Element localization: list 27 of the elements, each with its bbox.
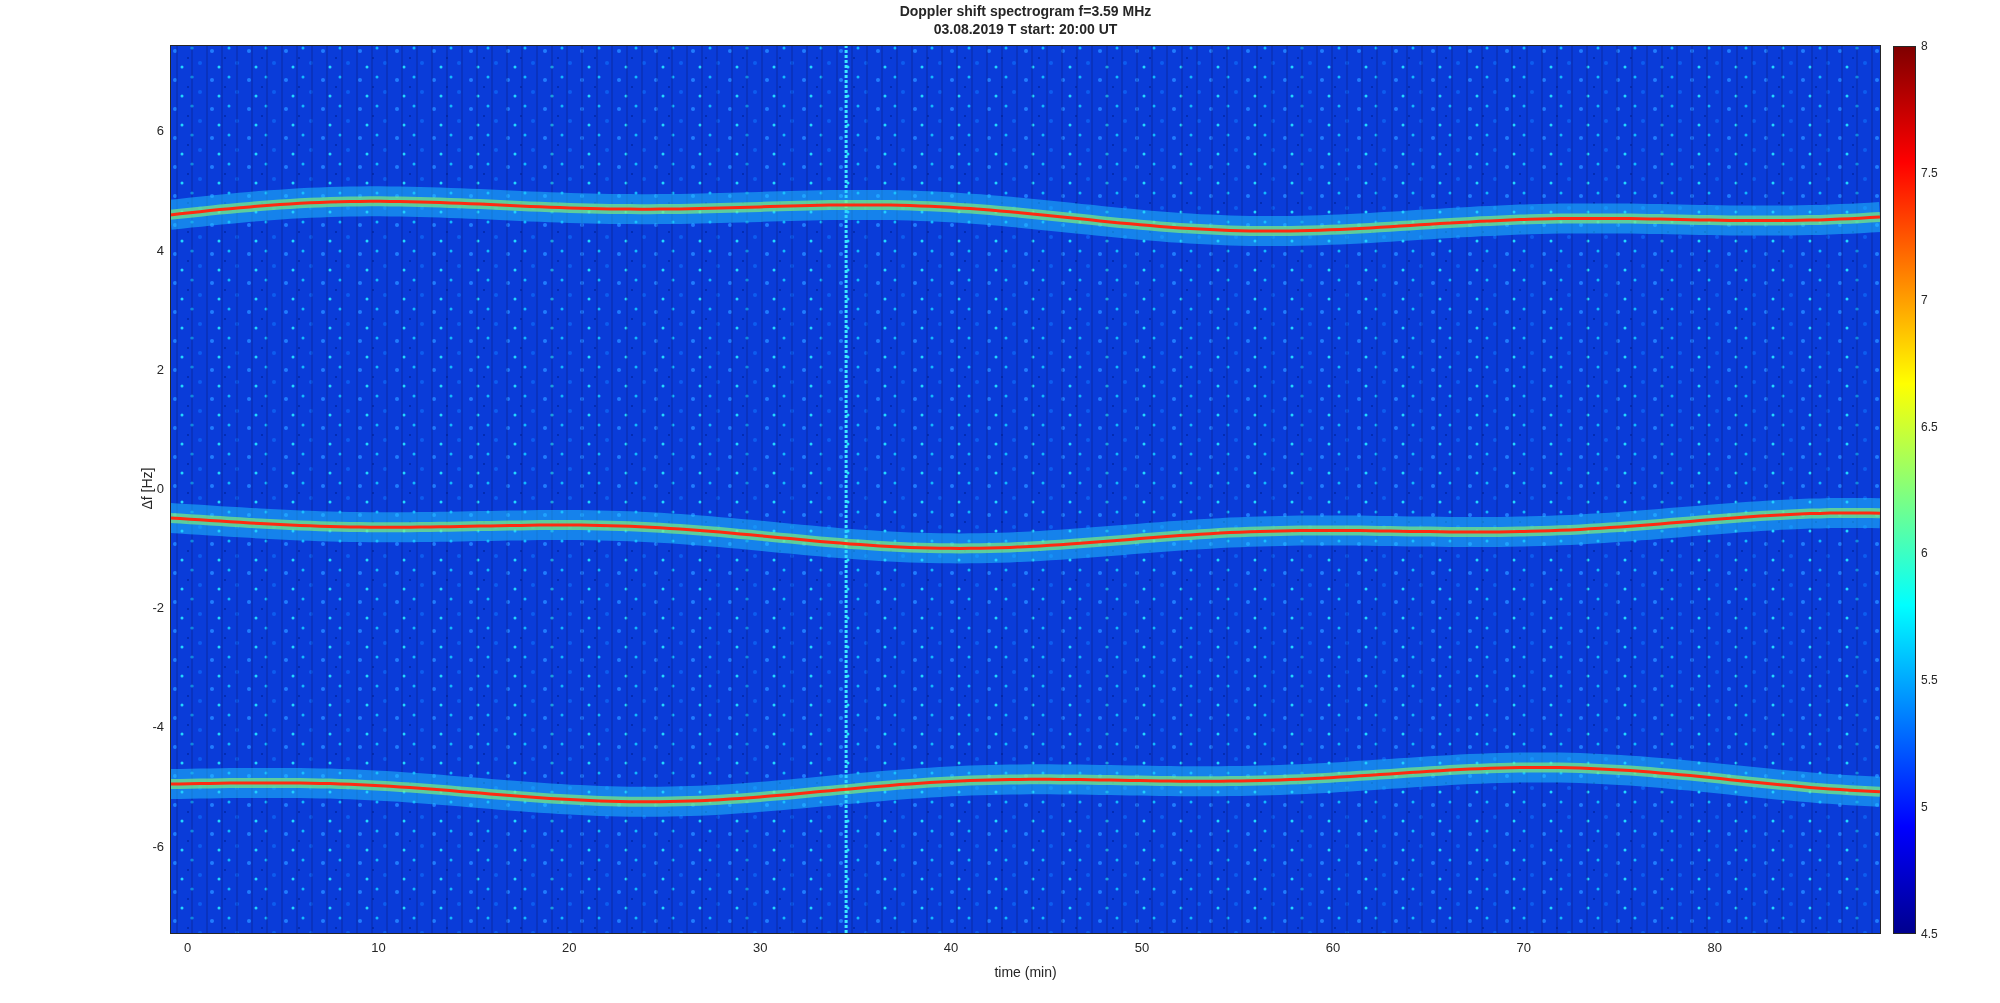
- colorbar-tick-label: 7.5: [1921, 165, 1938, 180]
- x-tick-label: 0: [182, 939, 193, 957]
- y-tick-label: -4: [151, 719, 164, 736]
- x-tick-label: 60: [1324, 939, 1342, 957]
- y-tick-label: 2: [155, 361, 164, 378]
- colorbar-tick-label: 5: [1921, 800, 1928, 815]
- x-tick-label: 20: [561, 939, 578, 957]
- x-tick-label: 50: [1133, 939, 1151, 957]
- x-axis-label: time (min): [993, 963, 1058, 982]
- colorbar-tick-label: 7: [1921, 292, 1928, 307]
- colorbar-tick-label: 6.5: [1921, 419, 1938, 434]
- colorbar-tick-label: 6: [1921, 546, 1928, 561]
- colorbar-tick-label: 5.5: [1921, 673, 1938, 688]
- chart-title: Doppler shift spectrogram f=3.59 MHz: [899, 2, 1152, 20]
- y-tick-label: 4: [155, 242, 164, 259]
- x-tick-label: 30: [751, 939, 769, 957]
- x-tick-label: 80: [1706, 939, 1723, 957]
- y-tick-label: -6: [151, 838, 164, 855]
- colorbar-tick-label: 8: [1921, 39, 1928, 53]
- x-tick-label: 70: [1515, 939, 1533, 957]
- x-tick-label: 10: [370, 939, 387, 957]
- x-tick-label: 40: [942, 939, 960, 957]
- colorbar-tick-label: 4.5: [1921, 927, 1938, 941]
- chart-title: 03.08.2019 T start: 20:00 UT: [933, 20, 1118, 38]
- y-axis-label: Δf [Hz]: [137, 467, 156, 510]
- y-tick-label: -2: [151, 600, 164, 617]
- y-tick-label: 6: [155, 123, 164, 140]
